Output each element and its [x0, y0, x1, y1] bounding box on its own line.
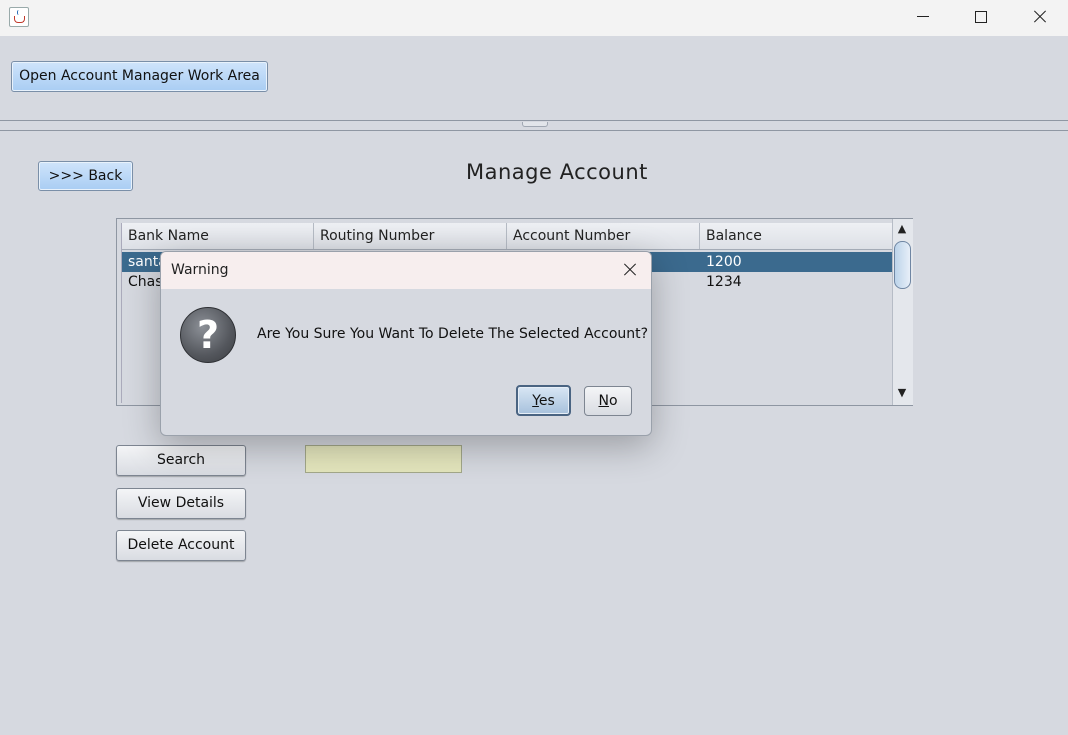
column-header-routing-number[interactable]: Routing Number	[314, 223, 507, 249]
warning-dialog: Warning ? Are You Sure You Want To Delet…	[160, 251, 652, 436]
search-button[interactable]: Search	[116, 445, 246, 476]
no-button[interactable]: No	[584, 386, 632, 416]
scroll-thumb[interactable]	[894, 241, 911, 289]
window-titlebar	[0, 0, 1068, 36]
scroll-up-arrow-icon[interactable]: ▲	[895, 222, 909, 236]
table-header: Bank Name Routing Number Account Number …	[122, 223, 892, 250]
cell-balance: 1200	[706, 254, 742, 270]
dialog-title-bar[interactable]: Warning	[161, 252, 651, 289]
divider-grip-icon[interactable]	[522, 122, 548, 127]
no-label: o	[608, 393, 618, 409]
cell-balance: 1234	[706, 274, 742, 290]
dialog-close-icon[interactable]	[616, 257, 644, 283]
column-header-bank-name[interactable]: Bank Name	[122, 223, 314, 249]
maximize-icon[interactable]	[952, 0, 1010, 34]
minimize-icon[interactable]	[894, 0, 952, 34]
back-button[interactable]: >>> Back	[38, 161, 133, 191]
java-app-icon	[9, 7, 29, 27]
question-icon: ?	[180, 307, 236, 363]
delete-account-button[interactable]: Delete Account	[116, 530, 246, 561]
no-mnemonic: N	[598, 393, 609, 409]
split-pane-divider[interactable]	[0, 120, 1068, 131]
yes-label: es	[538, 393, 555, 409]
window-close-icon[interactable]	[1010, 0, 1068, 34]
dialog-title: Warning	[171, 262, 229, 278]
open-work-area-button[interactable]: Open Account Manager Work Area	[11, 61, 268, 92]
dialog-message: Are You Sure You Want To Delete The Sele…	[257, 326, 649, 342]
top-panel: Open Account Manager Work Area	[0, 36, 1068, 120]
page-title: Manage Account	[466, 160, 648, 184]
search-input[interactable]	[305, 445, 462, 473]
yes-button[interactable]: Yes	[516, 385, 571, 416]
table-scrollbar[interactable]: ▲ ▼	[892, 219, 913, 405]
column-header-balance[interactable]: Balance	[700, 223, 892, 249]
view-details-button[interactable]: View Details	[116, 488, 246, 519]
yes-mnemonic: Y	[532, 393, 539, 409]
scroll-down-arrow-icon[interactable]: ▼	[895, 386, 909, 400]
column-header-account-number[interactable]: Account Number	[507, 223, 700, 249]
